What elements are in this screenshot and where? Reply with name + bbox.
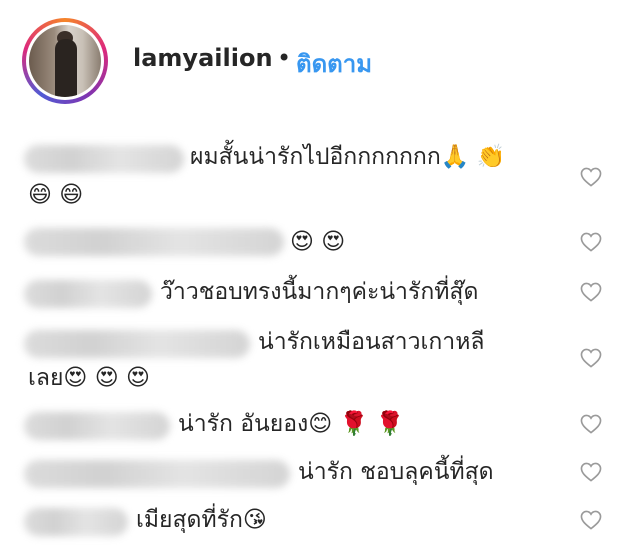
comment-text: น่ารักเหมือนสาวเกาหลี — [258, 329, 485, 355]
heart-icon[interactable] — [580, 167, 602, 187]
comment-text: เมียสุดที่รัก😘 — [136, 507, 267, 533]
comment-text: 😍 😍 — [290, 229, 346, 255]
heart-icon[interactable] — [580, 414, 602, 434]
heart-icon[interactable] — [580, 462, 602, 482]
blurred-username — [24, 460, 290, 488]
comment-item: ผมสั้นน่ารักไปอีกกกกกกก🙏 👏 😄 😄 — [0, 137, 628, 217]
comment-item: 😍 😍 — [0, 222, 628, 262]
heart-icon[interactable] — [580, 510, 602, 530]
blurred-username — [24, 228, 284, 256]
comment-text: ว๊าวชอบทรงนี้มากๆค่ะน่ารักที่สุ๊ด — [160, 279, 479, 305]
blurred-username — [24, 508, 128, 536]
comment-text: น่ารัก อันยอง😊 🌹 🌹 — [178, 411, 405, 437]
heart-icon[interactable] — [580, 232, 602, 252]
comment-item: น่ารัก ชอบลุคนี้ที่สุด — [0, 452, 628, 492]
heart-icon[interactable] — [580, 348, 602, 368]
blurred-username — [24, 280, 152, 308]
comment-list: ผมสั้นน่ารักไปอีกกกกกกก🙏 👏 😄 😄 😍 😍 ว๊าวช… — [0, 0, 628, 554]
comment-item: ว๊าวชอบทรงนี้มากๆค่ะน่ารักที่สุ๊ด — [0, 272, 628, 312]
blurred-username — [24, 145, 184, 173]
heart-icon[interactable] — [580, 282, 602, 302]
blurred-username — [24, 412, 170, 440]
comment-text: น่ารัก ชอบลุคนี้ที่สุด — [298, 459, 494, 485]
comment-text: ผมสั้นน่ารักไปอีกกกกกกก🙏 👏 — [190, 144, 506, 170]
comment-text-continued: 😄 😄 — [28, 182, 84, 208]
comment-item: เมียสุดที่รัก😘 — [0, 500, 628, 540]
blurred-username — [24, 330, 250, 358]
comment-item: น่ารัก อันยอง😊 🌹 🌹 — [0, 404, 628, 444]
comment-text-continued: เลย😍 😍 😍 — [28, 365, 150, 391]
comment-item: น่ารักเหมือนสาวเกาหลี เลย😍 😍 😍 — [0, 322, 628, 402]
